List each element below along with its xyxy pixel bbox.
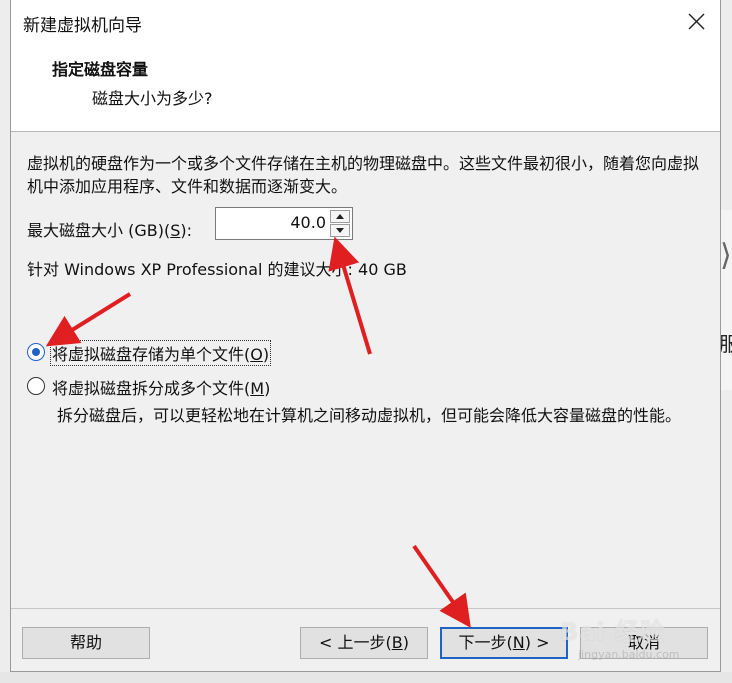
title-bar[interactable]: 新建虚拟机向导 — [11, 0, 720, 45]
step-subtitle: 磁盘大小为多少? — [92, 89, 213, 108]
footer-divider — [11, 608, 720, 609]
next-label-pre: 下一步( — [458, 633, 513, 652]
max-disk-size-label-pre: 最大磁盘大小 (GB)( — [27, 221, 171, 240]
radio-split-label-key: M — [250, 379, 265, 398]
next-button[interactable]: 下一步(N) > — [440, 627, 568, 659]
window-title: 新建虚拟机向导 — [23, 16, 142, 36]
close-button[interactable] — [672, 0, 720, 45]
back-label-pre: < 上一步( — [319, 633, 392, 652]
max-disk-size-label: 最大磁盘大小 (GB)(S): — [27, 217, 192, 241]
radio-split-files-circle[interactable] — [27, 377, 45, 395]
max-disk-size-input[interactable]: 40.0 — [215, 207, 353, 240]
triangle-down-icon — [336, 228, 344, 233]
background-strip — [0, 672, 732, 683]
baidu-watermark-url: jingyan.baidu.com — [578, 648, 680, 661]
disk-description: 虚拟机的硬盘作为一个或多个文件存储在主机的物理磁盘中。这些文件最初很小，随着您向… — [27, 154, 700, 196]
max-disk-size-label-key: S — [170, 221, 181, 240]
back-label-post: ) — [402, 633, 409, 652]
spin-down-button[interactable] — [330, 224, 350, 237]
back-label-key: B — [391, 633, 403, 652]
spin-up-button[interactable] — [330, 210, 350, 223]
radio-single-label-key: O — [250, 345, 263, 364]
max-disk-size-label-post: ): — [180, 221, 192, 240]
next-label-post: ) > — [524, 633, 550, 652]
baidu-watermark: Bai 经验 — [560, 618, 666, 646]
radio-single-file-label[interactable]: 将虚拟磁盘存储为单个文件(O) — [49, 340, 272, 366]
triangle-up-icon — [336, 214, 344, 219]
background-window-icon: ⟩ — [720, 238, 732, 273]
radio-single-label-pre: 将虚拟磁盘存储为单个文件( — [52, 345, 251, 364]
radio-split-label-pre: 将虚拟磁盘拆分成多个文件( — [52, 379, 251, 398]
back-button[interactable]: < 上一步(B) — [300, 627, 428, 659]
split-description: 拆分磁盘后，可以更轻松地在计算机之间移动虚拟机，但可能会降低大容量磁盘的性能。 — [57, 406, 682, 425]
max-disk-size-value[interactable]: 40.0 — [290, 213, 326, 232]
radio-single-file-circle[interactable] — [27, 343, 45, 361]
wizard-content: 虚拟机的硬盘作为一个或多个文件存储在主机的物理磁盘中。这些文件最初很小，随着您向… — [11, 132, 720, 607]
wizard-header: 指定磁盘容量 磁盘大小为多少? — [11, 45, 720, 132]
step-title: 指定磁盘容量 — [52, 60, 149, 79]
radio-split-files-label[interactable]: 将虚拟磁盘拆分成多个文件(M) — [51, 375, 271, 399]
screen: ⟩ 服 新建虚拟机向导 指定磁盘容量 磁盘大小为多少? 虚拟机的硬盘作为一个或多… — [0, 0, 732, 683]
help-button[interactable]: 帮助 — [22, 627, 150, 659]
radio-split-label-post: ) — [264, 379, 271, 398]
radio-single-label-post: ) — [262, 345, 270, 364]
next-label-key: N — [512, 633, 525, 652]
recommended-size-text: 针对 Windows XP Professional 的建议大小: 40 GB — [27, 260, 407, 279]
new-vm-wizard-dialog: 新建虚拟机向导 指定磁盘容量 磁盘大小为多少? 虚拟机的硬盘作为一个或多个文件存… — [10, 0, 721, 672]
radio-selected-dot — [32, 348, 40, 356]
close-icon — [688, 13, 705, 30]
